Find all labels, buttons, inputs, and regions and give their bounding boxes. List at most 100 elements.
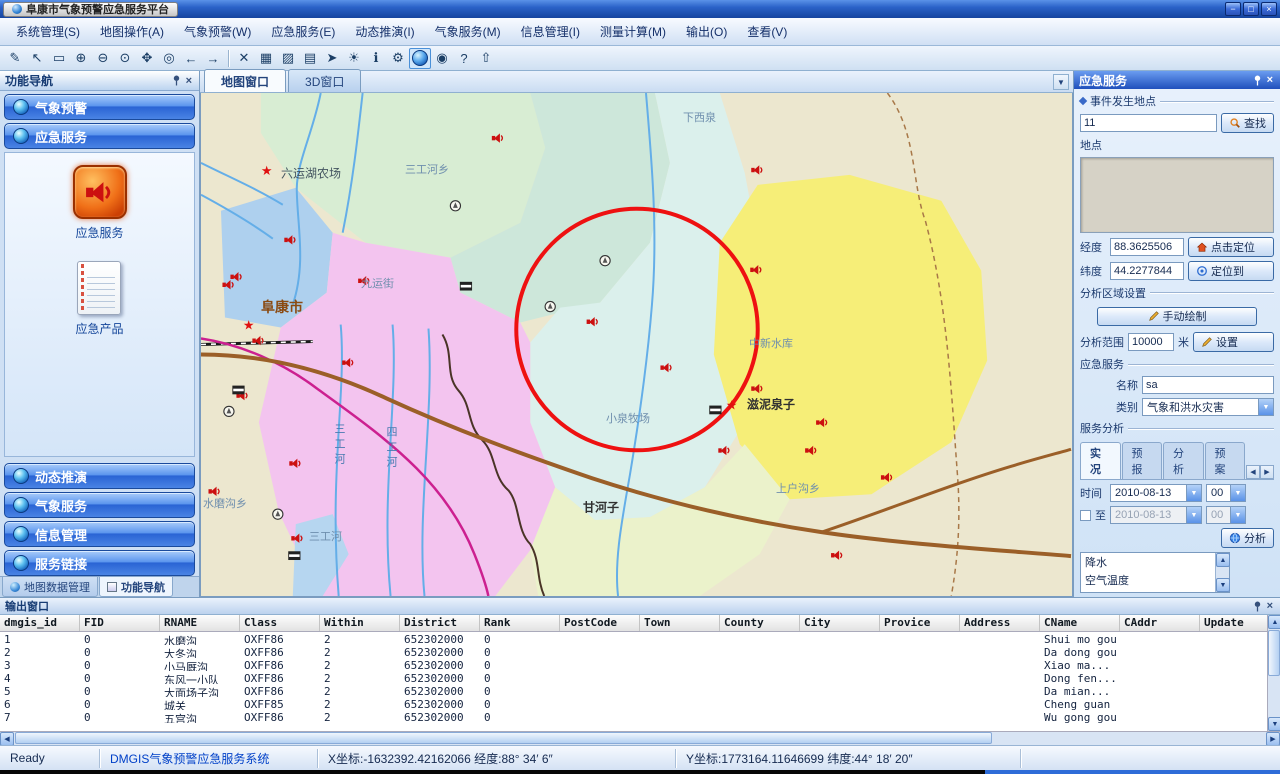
set-range-button[interactable]: 设置 bbox=[1193, 332, 1274, 352]
start-date-select[interactable]: 2010-08-13 ▼ bbox=[1110, 484, 1202, 502]
column-header[interactable]: District bbox=[400, 615, 480, 631]
nav-tab-map-data-management[interactable]: 地图数据管理 bbox=[2, 577, 98, 597]
pin-icon[interactable] bbox=[1253, 75, 1262, 86]
nav-group-weather-warning[interactable]: 气象预警 bbox=[4, 94, 195, 120]
table-row[interactable]: 20大冬沟OXFF8626523020000Da dong gou bbox=[0, 645, 1267, 658]
pointer-icon[interactable]: ➤ bbox=[321, 48, 343, 69]
column-header[interactable]: Rank bbox=[480, 615, 560, 631]
latitude-input[interactable] bbox=[1110, 262, 1184, 280]
menu-item-weather-service[interactable]: 气象服务(M) bbox=[425, 19, 511, 44]
column-header[interactable]: Address bbox=[960, 615, 1040, 631]
column-header[interactable]: Update bbox=[1200, 615, 1267, 631]
pin-icon[interactable] bbox=[172, 75, 181, 86]
shortcut-emergency-service[interactable]: 应急服务 bbox=[73, 165, 127, 241]
forward-icon[interactable]: → bbox=[202, 48, 224, 69]
gear-icon[interactable]: ⚙ bbox=[387, 48, 409, 69]
pencil-icon[interactable]: ✎ bbox=[4, 48, 26, 69]
help-icon[interactable]: ? bbox=[453, 48, 475, 69]
nav-group-dynamic-deduction[interactable]: 动态推演 bbox=[4, 463, 195, 489]
analysis-tab-plan[interactable]: 预案 bbox=[1205, 442, 1246, 479]
close-icon[interactable]: × bbox=[1265, 601, 1275, 611]
table-row[interactable]: 30小马厩沟OXFF8626523020000Xiao ma... bbox=[0, 658, 1267, 671]
menu-item-map-operations[interactable]: 地图操作(A) bbox=[90, 19, 174, 44]
menu-item-dynamic-deduction[interactable]: 动态推演(I) bbox=[345, 19, 424, 44]
pin-icon[interactable] bbox=[1253, 601, 1262, 612]
scroll-up-icon[interactable]: ▲ bbox=[1268, 615, 1280, 629]
table-row[interactable]: 60城关OXFF8526523020000Cheng guan bbox=[0, 697, 1267, 710]
event-location-input[interactable] bbox=[1080, 114, 1217, 132]
column-header[interactable]: dmgis_id bbox=[0, 615, 80, 631]
print-icon[interactable]: ▤ bbox=[299, 48, 321, 69]
eye-icon[interactable]: ◉ bbox=[431, 48, 453, 69]
close-icon[interactable]: × bbox=[1265, 75, 1275, 85]
nav-group-service-links[interactable]: 服务链接 bbox=[4, 550, 195, 576]
start-hour-select[interactable]: 00 ▼ bbox=[1206, 484, 1246, 502]
scroll-down-icon[interactable]: ▼ bbox=[1268, 717, 1280, 731]
column-header[interactable]: CName bbox=[1040, 615, 1120, 631]
listbox-scrollbar[interactable]: ▲ ▼ bbox=[1215, 553, 1229, 592]
back-icon[interactable]: ← bbox=[180, 48, 202, 69]
map-tab-map-window[interactable]: 地图窗口 bbox=[204, 69, 286, 92]
longitude-input[interactable] bbox=[1110, 238, 1184, 256]
scroll-down-icon[interactable]: ▼ bbox=[1216, 578, 1230, 592]
column-header[interactable]: County bbox=[720, 615, 800, 631]
locate-to-button[interactable]: 定位到 bbox=[1188, 261, 1274, 281]
menu-item-view[interactable]: 查看(V) bbox=[737, 19, 797, 44]
service-name-input[interactable] bbox=[1142, 376, 1274, 394]
column-header[interactable]: FID bbox=[80, 615, 160, 631]
menu-item-info-management[interactable]: 信息管理(I) bbox=[511, 19, 590, 44]
analysis-tab-live[interactable]: 实况 bbox=[1080, 442, 1121, 479]
table-row[interactable]: 10水磨沟OXFF8626523020000Shui mo gou bbox=[0, 632, 1267, 645]
menu-item-measure-calc[interactable]: 测量计算(M) bbox=[590, 19, 676, 44]
restore-button[interactable]: □ bbox=[1243, 2, 1259, 16]
chevron-down-icon[interactable]: ▼ bbox=[1053, 74, 1069, 90]
end-hour-select[interactable]: 00 ▼ bbox=[1206, 506, 1246, 524]
image-icon[interactable]: ▨ bbox=[277, 48, 299, 69]
shortcut-emergency-product[interactable]: 应急产品 bbox=[75, 261, 123, 337]
menu-item-output[interactable]: 输出(O) bbox=[676, 19, 737, 44]
pan-icon[interactable]: ✥ bbox=[136, 48, 158, 69]
nav-group-weather-service[interactable]: 气象服务 bbox=[4, 492, 195, 518]
zoom-window-icon[interactable]: ⊙ bbox=[114, 48, 136, 69]
manual-draw-button[interactable]: 手动绘制 bbox=[1097, 307, 1257, 326]
bulb-icon[interactable]: ☀ bbox=[343, 48, 365, 69]
column-header[interactable]: Within bbox=[320, 615, 400, 631]
map-canvas[interactable]: ★★★ 下西泉六运湖农场三工河乡九运街阜康市中新水库滋泥泉子小泉牧场上户沟乡甘河… bbox=[200, 93, 1073, 597]
nav-group-emergency-service[interactable]: 应急服务 bbox=[4, 123, 195, 149]
service-type-select[interactable]: 气象和洪水灾害 ▼ bbox=[1142, 398, 1274, 416]
globe-tool-icon[interactable] bbox=[409, 48, 431, 69]
to-checkbox[interactable] bbox=[1080, 510, 1091, 521]
analysis-tab-forecast[interactable]: 预报 bbox=[1122, 442, 1163, 479]
close-icon[interactable]: × bbox=[184, 76, 194, 86]
column-header[interactable]: Provice bbox=[880, 615, 960, 631]
table-row[interactable]: 70五宫沟OXFF8626523020000Wu gong gou bbox=[0, 710, 1267, 723]
list-item[interactable]: 空气温度 bbox=[1081, 571, 1215, 589]
horizontal-scrollbar[interactable]: ◀ ▶ bbox=[0, 731, 1280, 745]
column-header[interactable]: PostCode bbox=[560, 615, 640, 631]
column-header[interactable]: Class bbox=[240, 615, 320, 631]
scroll-right-icon[interactable]: ▶ bbox=[1266, 732, 1280, 746]
element-listbox[interactable]: 降水空气温度 ▲ ▼ bbox=[1080, 552, 1230, 593]
menu-item-system-management[interactable]: 系统管理(S) bbox=[6, 19, 90, 44]
layers-icon[interactable]: ▦ bbox=[255, 48, 277, 69]
vertical-scrollbar[interactable]: ▲ ▼ bbox=[1267, 615, 1280, 731]
minimize-button[interactable]: − bbox=[1225, 2, 1241, 16]
end-date-select[interactable]: 2010-08-13 ▼ bbox=[1110, 506, 1202, 524]
zoom-in-icon[interactable]: ⊕ bbox=[70, 48, 92, 69]
column-header[interactable]: CAddr bbox=[1120, 615, 1200, 631]
select-rect-icon[interactable]: ▭ bbox=[48, 48, 70, 69]
table-row[interactable]: 50大面场子沟OXFF8626523020000Da mian... bbox=[0, 684, 1267, 697]
nav-tab-function-nav[interactable]: 功能导航 bbox=[99, 577, 173, 597]
table-row[interactable]: 40东风一小队OXFF8626523020000Dong fen... bbox=[0, 671, 1267, 684]
info-icon[interactable]: ℹ bbox=[365, 48, 387, 69]
analysis-tab-analysis[interactable]: 分析 bbox=[1163, 442, 1204, 479]
clear-icon[interactable]: ✕ bbox=[233, 48, 255, 69]
full-extent-icon[interactable]: ◎ bbox=[158, 48, 180, 69]
column-header[interactable]: RNAME bbox=[160, 615, 240, 631]
export-icon[interactable]: ⇧ bbox=[475, 48, 497, 69]
menu-item-weather-warning[interactable]: 气象预警(W) bbox=[174, 19, 261, 44]
nav-group-info-management[interactable]: 信息管理 bbox=[4, 521, 195, 547]
scrollbar-thumb[interactable] bbox=[1268, 630, 1280, 676]
scroll-left-icon[interactable]: ◀ bbox=[0, 732, 14, 746]
click-locate-button[interactable]: 点击定位 bbox=[1188, 237, 1274, 257]
